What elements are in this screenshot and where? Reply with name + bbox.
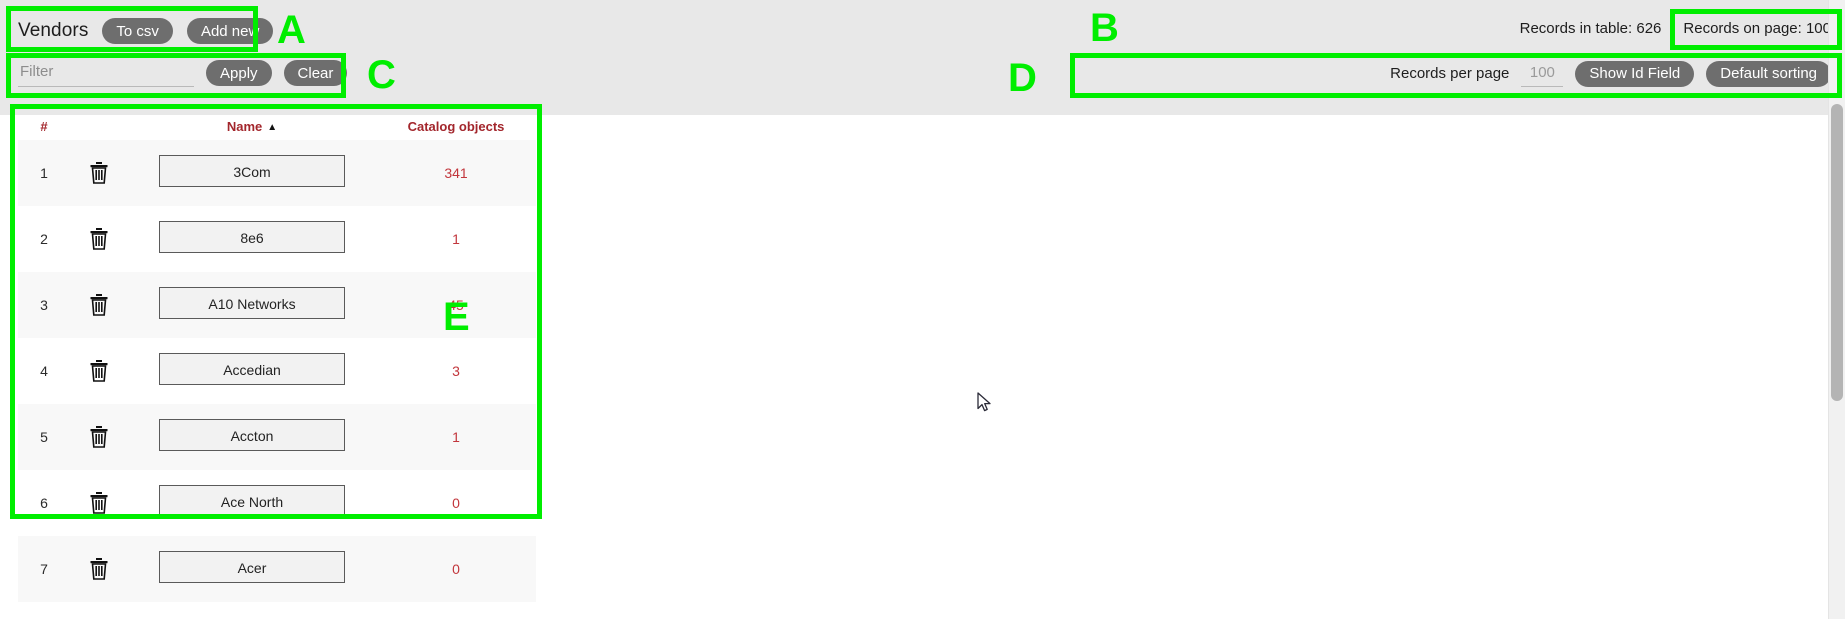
trash-icon[interactable] <box>88 491 110 515</box>
delete-row-cell <box>70 470 128 536</box>
column-header-catalog-objects[interactable]: Catalog objects <box>376 115 536 140</box>
column-header-name-label: Name <box>226 119 263 134</box>
vendor-name-cell: Acer <box>128 536 376 602</box>
vendors-table-container: # Name ▲ Catalog objects 1 3Com 341 2 8e6 1 3 A1… <box>18 115 536 602</box>
to-csv-button[interactable]: To csv <box>102 18 173 44</box>
default-sorting-button[interactable]: Default sorting <box>1706 60 1831 87</box>
table-head: # Name ▲ Catalog objects <box>18 115 536 140</box>
vendor-name-field[interactable]: 3Com <box>159 154 345 187</box>
trash-icon[interactable] <box>88 557 110 581</box>
row-index: 6 <box>18 470 70 536</box>
vendor-name-cell: 3Com <box>128 140 376 206</box>
catalog-objects-count[interactable]: 341 <box>376 140 536 206</box>
page-scrollbar-track[interactable] <box>1828 0 1845 619</box>
vendor-name-cell: Ace North <box>128 470 376 536</box>
row-index: 5 <box>18 404 70 470</box>
page-header: Vendors To csv Add new <box>18 14 274 48</box>
sort-ascending-icon: ▲ <box>267 122 278 134</box>
page-scrollbar-thumb[interactable] <box>1831 104 1843 401</box>
add-new-button[interactable]: Add new <box>186 18 274 44</box>
row-index: 7 <box>18 536 70 602</box>
table-row: 6 Ace North 0 <box>18 470 536 536</box>
trash-icon[interactable] <box>88 359 110 383</box>
delete-row-cell <box>70 338 128 404</box>
delete-row-cell <box>70 272 128 338</box>
records-in-table-label: Records in table: 626 <box>1519 20 1662 37</box>
table-row: 3 A10 Networks 45 <box>18 272 536 338</box>
table-row: 1 3Com 341 <box>18 140 536 206</box>
catalog-objects-count[interactable]: 1 <box>376 404 536 470</box>
table-row: 5 Accton 1 <box>18 404 536 470</box>
table-body: 1 3Com 341 2 8e6 1 3 A10 Networks 45 4 Accedian 3 5 A… <box>18 140 536 602</box>
catalog-objects-count[interactable]: 0 <box>376 470 536 536</box>
column-header-delete <box>70 115 128 140</box>
records-on-page-label: Records on page: 100 <box>1683 20 1831 37</box>
vendor-name-field[interactable]: 8e6 <box>159 220 345 253</box>
vendor-name-cell: 8e6 <box>128 206 376 272</box>
records-per-page-label: Records per page <box>1390 65 1510 82</box>
clear-filter-button[interactable]: Clear <box>283 60 348 86</box>
application-root: Vendors To csv Add new Apply Clear Recor… <box>0 0 1845 619</box>
apply-filter-button[interactable]: Apply <box>206 60 272 86</box>
table-row: 7 Acer 0 <box>18 536 536 602</box>
delete-row-cell <box>70 536 128 602</box>
page-title: Vendors <box>18 20 89 41</box>
filter-input[interactable] <box>18 59 194 87</box>
catalog-objects-count[interactable]: 3 <box>376 338 536 404</box>
catalog-objects-count[interactable]: 1 <box>376 206 536 272</box>
row-index: 3 <box>18 272 70 338</box>
table-row: 2 8e6 1 <box>18 206 536 272</box>
row-index: 1 <box>18 140 70 206</box>
records-per-page-input[interactable] <box>1521 60 1564 87</box>
vendor-name-field[interactable]: Ace North <box>159 484 345 517</box>
vendor-name-field[interactable]: Acer <box>159 550 345 583</box>
filter-bar: Apply Clear <box>18 58 348 88</box>
vendor-name-cell: Accton <box>128 404 376 470</box>
trash-icon[interactable] <box>88 161 110 185</box>
mouse-cursor <box>977 392 993 419</box>
row-index: 4 <box>18 338 70 404</box>
table-row: 4 Accedian 3 <box>18 338 536 404</box>
delete-row-cell <box>70 404 128 470</box>
vendor-name-field[interactable]: Accton <box>159 418 345 451</box>
record-counts: Records in table: 626 Records on page: 1… <box>1520 20 1831 37</box>
catalog-objects-count[interactable]: 45 <box>376 272 536 338</box>
records-per-page-bar: Records per page Show Id Field Default s… <box>1390 60 1831 87</box>
catalog-objects-count[interactable]: 0 <box>376 536 536 602</box>
column-header-name[interactable]: Name ▲ <box>128 115 376 140</box>
vendor-name-field[interactable]: A10 Networks <box>159 286 345 319</box>
delete-row-cell <box>70 206 128 272</box>
vendors-table: # Name ▲ Catalog objects 1 3Com 341 2 8e6 1 3 A1… <box>18 115 536 602</box>
table-header-row: # Name ▲ Catalog objects <box>18 115 536 140</box>
show-id-field-button[interactable]: Show Id Field <box>1575 60 1695 87</box>
column-header-index[interactable]: # <box>18 115 70 140</box>
delete-row-cell <box>70 140 128 206</box>
trash-icon[interactable] <box>88 293 110 317</box>
vendor-name-cell: A10 Networks <box>128 272 376 338</box>
row-index: 2 <box>18 206 70 272</box>
vendor-name-field[interactable]: Accedian <box>159 352 345 385</box>
trash-icon[interactable] <box>88 227 110 251</box>
vendor-name-cell: Accedian <box>128 338 376 404</box>
trash-icon[interactable] <box>88 425 110 449</box>
